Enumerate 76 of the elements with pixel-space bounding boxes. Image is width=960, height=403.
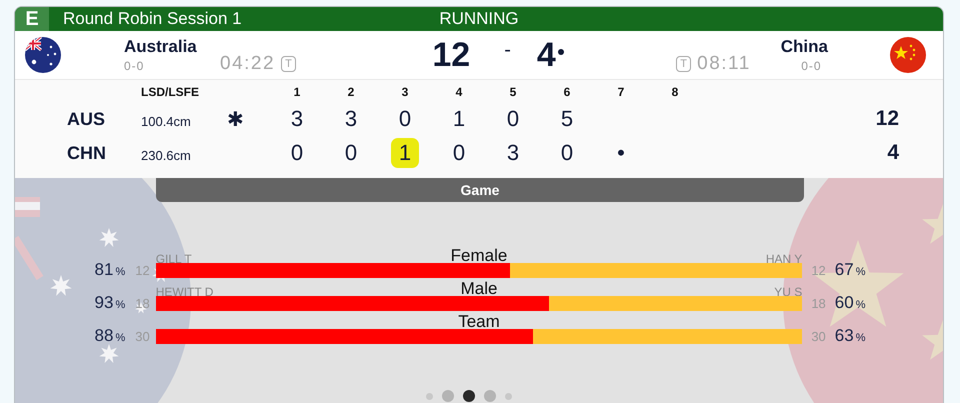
shot-count: 18 [135, 296, 150, 311]
stat-title: Female [450, 246, 508, 266]
page-dot[interactable] [463, 390, 475, 402]
team-name: China [780, 37, 828, 57]
player-name: GILL T [156, 252, 193, 266]
column-header: 2 [346, 85, 356, 99]
team-score: 4 [536, 36, 556, 74]
page-dot[interactable] [484, 390, 496, 402]
end-score: 3 [290, 105, 304, 133]
percentage: 63 [834, 326, 854, 346]
end-score: 0 [452, 139, 466, 167]
percent-sign: % [115, 299, 126, 311]
percent-sign: % [856, 332, 866, 344]
team-record: 0-0 [124, 59, 144, 73]
percentage: 88 [94, 326, 114, 346]
page-dot[interactable] [426, 392, 433, 400]
percent-sign: % [856, 266, 866, 278]
page-dot[interactable] [442, 390, 454, 402]
flag-icon [890, 37, 926, 73]
column-header: 4 [454, 85, 464, 99]
end-score: 3 [344, 105, 358, 133]
timeout-indicator: T [281, 56, 296, 72]
end-score: 5 [560, 105, 574, 133]
percentage: 60 [834, 293, 854, 313]
player-name: YU S [773, 285, 802, 299]
column-header: 5 [508, 85, 518, 99]
end-score: 1 [452, 105, 466, 133]
stat-title: Male [460, 279, 498, 299]
shot-count: 30 [135, 329, 150, 344]
flag-icon [25, 37, 61, 73]
end-score: • [616, 139, 626, 167]
shot-count: 12 [135, 263, 150, 278]
column-header: 1 [292, 85, 302, 99]
score-separator: - [504, 38, 511, 62]
team-name: Australia [124, 37, 198, 57]
match-status: RUNNING [439, 9, 519, 29]
event-badge: E [15, 7, 49, 31]
page-dot[interactable] [505, 392, 512, 400]
stat-title: Team [458, 312, 500, 332]
column-header: 7 [616, 85, 626, 99]
timeout-indicator: T [676, 56, 692, 72]
end-score: 0 [344, 139, 358, 167]
total-score: 12 [874, 107, 899, 131]
column-header: 8 [670, 85, 680, 99]
table-cell-text: 100.4cm [140, 112, 192, 128]
percent-sign: % [115, 332, 126, 344]
percent-sign: % [856, 299, 866, 311]
percentage: 93 [94, 293, 114, 313]
column-header: 3 [400, 85, 410, 99]
end-score: 3 [506, 139, 520, 167]
team-code: AUS [66, 108, 106, 130]
shot-count: 12 [811, 263, 826, 278]
section-title-bar: Game [156, 178, 804, 202]
column-header: 6 [562, 85, 572, 99]
session-title: Round Robin Session 1 [63, 9, 242, 29]
end-score: 0 [560, 139, 574, 167]
team-record: 0-0 [801, 59, 822, 73]
shot-count: 18 [811, 296, 826, 311]
end-score: 0 [398, 105, 412, 133]
game-clock: 08:11 [697, 53, 751, 75]
player-name: HAN Y [764, 252, 802, 266]
table-cell-text: 230.6cm [140, 146, 192, 162]
first-hammer-marker: ✱ [226, 108, 245, 132]
team-code: CHN [66, 142, 107, 164]
column-header: LSD/LSFE [140, 85, 200, 99]
player-name: HEWITT D [156, 285, 214, 299]
team-score: 12 [432, 36, 470, 74]
end-score: 0 [290, 139, 304, 167]
total-score: 4 [886, 141, 899, 165]
shot-count: 30 [811, 329, 826, 344]
end-score: 1 [390, 138, 420, 168]
percentage: 81 [94, 260, 114, 280]
percentage: 67 [834, 260, 854, 280]
percent-sign: % [115, 266, 126, 278]
end-score: 0 [506, 105, 520, 133]
game-clock: 04:22 [220, 53, 276, 75]
